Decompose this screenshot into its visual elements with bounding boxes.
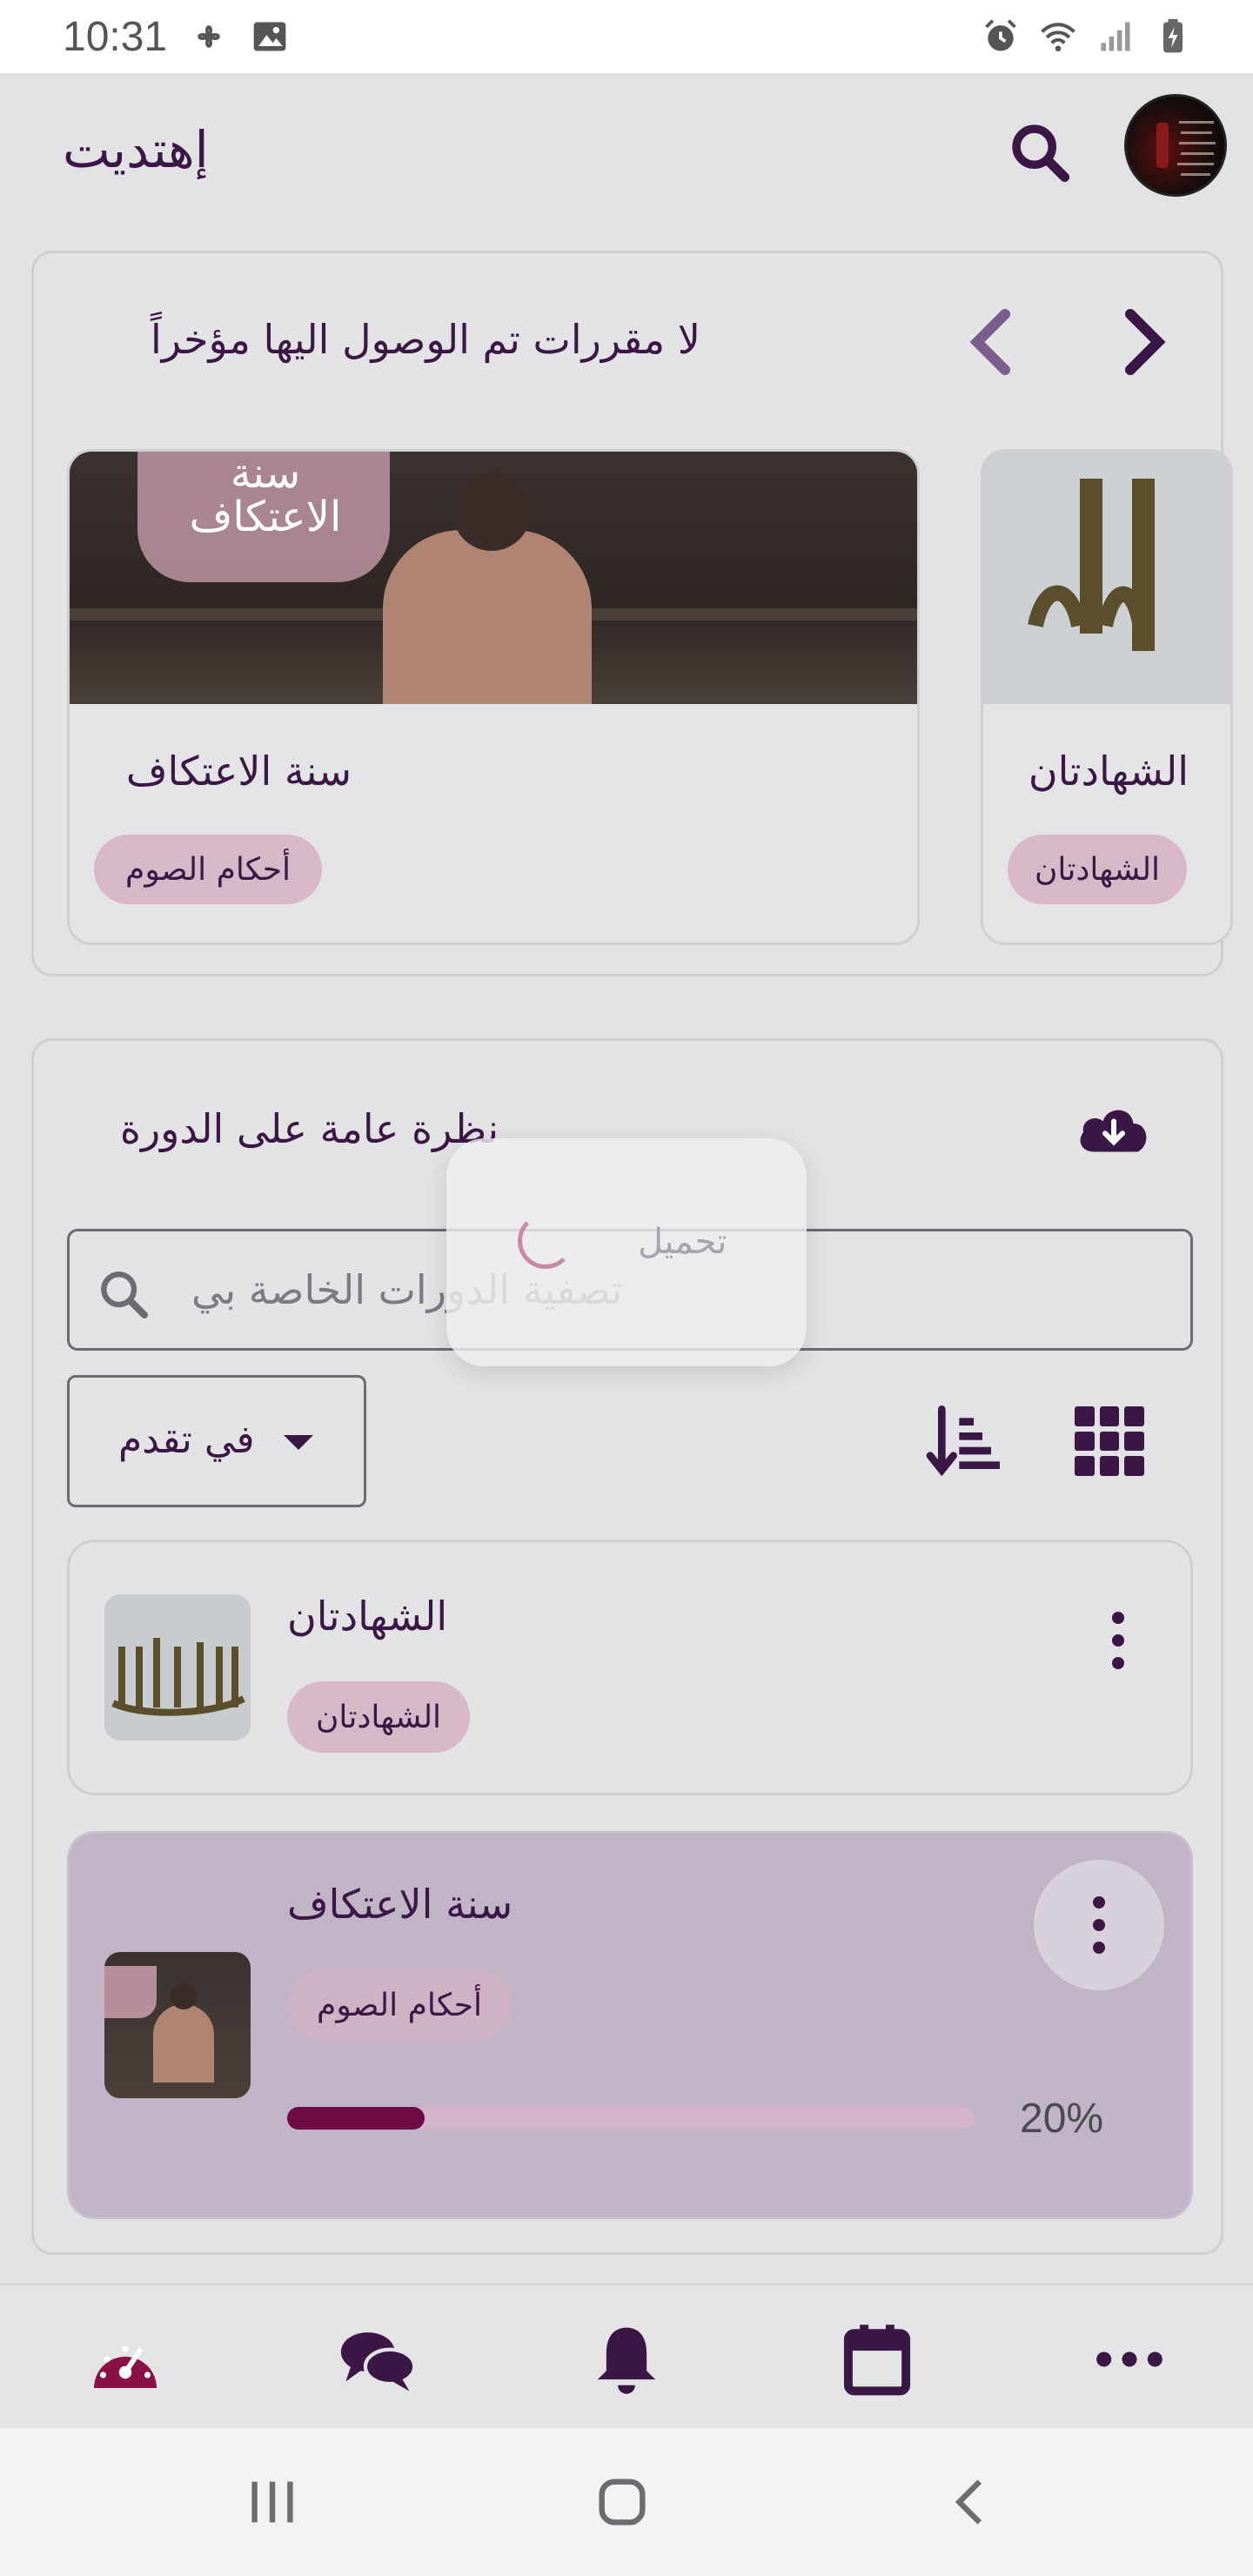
course-title: سنة الاعتكاف [287, 1881, 513, 1928]
page-title: إهتديت [63, 120, 209, 179]
wifi-icon [1041, 23, 1075, 52]
course-image-text: سنة الاعتكاف [189, 452, 342, 541]
cloud-download-icon [1080, 1110, 1147, 1152]
home-button[interactable] [592, 2476, 653, 2528]
course-list-item[interactable]: الشهادتان الشهادتان [67, 1540, 1193, 1795]
nav-dashboard[interactable] [82, 2320, 169, 2398]
progress-bar [287, 2107, 975, 2130]
sort-button[interactable] [921, 1398, 1008, 1485]
grid-view-button[interactable] [1075, 1406, 1144, 1476]
more-options-button[interactable] [1034, 1860, 1164, 1990]
avatar[interactable] [1124, 94, 1227, 197]
nav-more[interactable] [1086, 2320, 1173, 2398]
recent-course-card[interactable]: سنة الاعتكاف سنة الاعتكاف أحكام الصوم [67, 449, 920, 945]
recent-courses-card: لا مقررات تم الوصول اليها مؤخراً سنة الا… [31, 251, 1233, 976]
sort-descending-icon [926, 1405, 1000, 1477]
calendar-icon [843, 2324, 911, 2396]
recent-title: لا مقررات تم الوصول اليها مؤخراً [150, 316, 700, 363]
pinwheel-icon [198, 25, 220, 48]
signal-icon [1101, 22, 1130, 51]
course-thumbnail [104, 1594, 251, 1741]
back-button[interactable] [941, 2476, 1002, 2528]
bell-icon [597, 2327, 656, 2394]
status-bar: 10:31 [0, 0, 1253, 73]
progress-percent: 20% [1020, 2096, 1104, 2142]
loading-text: تحميل [638, 1222, 727, 1262]
chevron-right-icon [1125, 309, 1166, 375]
image-icon [253, 22, 286, 51]
course-list-item[interactable]: سنة الاعتكاف أحكام الصوم 20% [67, 1831, 1193, 2219]
category-badge: الشهادتان [1008, 835, 1187, 904]
course-title: الشهادتان [1028, 748, 1189, 795]
course-title: الشهادتان [287, 1593, 448, 1640]
nav-notifications[interactable] [583, 2320, 670, 2398]
category-badge: أحكام الصوم [287, 1969, 512, 2041]
nav-calendar[interactable] [834, 2320, 921, 2398]
course-image: سنة الاعتكاف [70, 452, 917, 704]
kebab-icon [1112, 1612, 1124, 1624]
recent-course-card[interactable]: الشهادتان الشهادتان [981, 449, 1233, 945]
nav-messages[interactable] [334, 2320, 421, 2398]
search-icon [1012, 124, 1070, 183]
overview-title: نظرة عامة على الدورة [119, 1105, 499, 1152]
download-button[interactable] [1075, 1093, 1153, 1163]
course-image [983, 452, 1230, 704]
chevron-left-icon [969, 309, 1010, 375]
next-button[interactable] [1109, 299, 1179, 386]
category-badge: أحكام الصوم [94, 835, 322, 904]
search-button[interactable] [1001, 113, 1079, 191]
caret-down-icon [284, 1435, 313, 1450]
loading-overlay: تحميل [446, 1138, 807, 1366]
prev-button[interactable] [956, 299, 1026, 386]
progress-fill [287, 2107, 425, 2130]
alarm-icon [985, 19, 1016, 51]
kebab-icon [1093, 1896, 1105, 1909]
chat-bubbles-icon [340, 2332, 417, 2392]
course-title: سنة الاعتكاف [125, 748, 352, 795]
home-icon [599, 2479, 646, 2526]
search-icon [101, 1271, 148, 1318]
recent-apps-button[interactable] [242, 2476, 303, 2528]
recent-apps-icon [251, 2481, 293, 2523]
back-icon [955, 2479, 982, 2525]
grid-icon [1075, 1406, 1095, 1426]
bottom-nav [0, 2284, 1253, 2428]
battery-charging-icon [1163, 18, 1183, 53]
dashboard-gauge-icon [94, 2345, 157, 2388]
app-bar: إهتديت [0, 73, 1253, 225]
status-filter-select[interactable]: في تقدم [67, 1375, 366, 1507]
more-options-button[interactable] [1053, 1575, 1183, 1706]
filter-value: في تقدم [118, 1418, 255, 1462]
status-time: 10:31 [63, 13, 168, 60]
course-thumbnail [104, 1952, 251, 2098]
spinner-icon [518, 1213, 573, 1269]
more-horizontal-icon [1096, 2351, 1163, 2367]
category-badge: الشهادتان [287, 1681, 470, 1753]
system-nav-bar [0, 2428, 1253, 2576]
calligraphy-image [1028, 479, 1155, 651]
